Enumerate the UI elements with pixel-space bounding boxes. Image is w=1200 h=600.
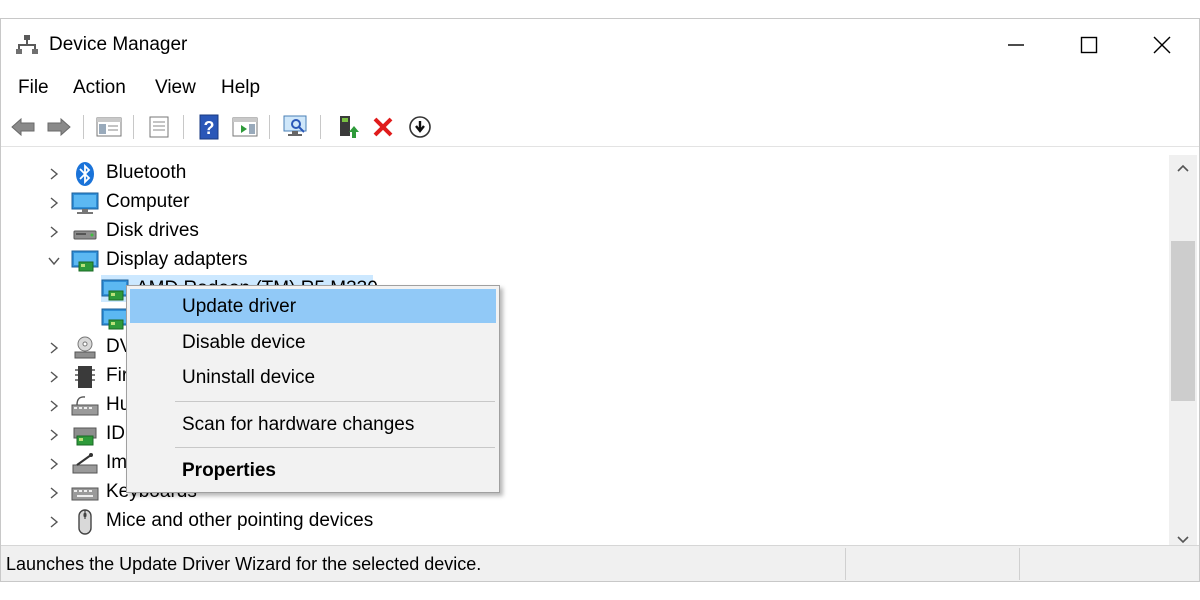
tree-item-mice[interactable]: Mice and other pointing devices	[5, 507, 1165, 536]
toolbar-separator	[183, 115, 184, 139]
ide-controller-icon	[73, 427, 97, 446]
close-button[interactable]	[1126, 19, 1198, 71]
back-arrow-icon	[11, 117, 35, 137]
menu-item-label: Uninstall device	[182, 367, 316, 388]
menu-item-scan-hardware[interactable]: Scan for hardware changes	[130, 407, 496, 441]
hid-icon	[71, 396, 99, 416]
tree-item-computer[interactable]: Computer	[5, 188, 1165, 217]
menu-item-label: Disable device	[182, 332, 306, 353]
context-menu: Update driver Disable device Uninstall d…	[126, 285, 500, 493]
chevron-up-icon	[1177, 164, 1189, 172]
toolbar-separator	[133, 115, 134, 139]
chevron-right-icon[interactable]	[47, 167, 61, 181]
properties-icon	[149, 116, 169, 138]
menu-item-properties[interactable]: Properties	[130, 453, 496, 487]
svg-text:?: ?	[204, 118, 215, 138]
toolbar-separator	[269, 115, 270, 139]
chevron-down-icon[interactable]	[47, 254, 61, 268]
window-title: Device Manager	[49, 34, 188, 55]
firmware-icon	[75, 366, 95, 388]
menu-bar: File Action View Help	[1, 71, 1199, 105]
menu-item-update-driver[interactable]: Update driver	[130, 289, 496, 323]
menu-separator	[175, 447, 495, 448]
toolbar-separator	[83, 115, 84, 139]
show-hide-console-tree-icon	[96, 117, 122, 137]
back-button[interactable]	[8, 113, 38, 141]
status-divider	[1019, 548, 1020, 580]
mouse-icon	[78, 509, 92, 535]
update-driver-icon	[340, 116, 359, 138]
help-button[interactable]: ?	[194, 113, 224, 141]
uninstall-icon	[373, 117, 393, 137]
menu-action[interactable]: Action	[73, 77, 126, 99]
minimize-icon	[1008, 44, 1024, 46]
maximize-icon	[1080, 36, 1098, 54]
chevron-down-icon	[1177, 536, 1189, 544]
menu-item-label: Update driver	[182, 296, 297, 317]
chevron-right-icon[interactable]	[47, 370, 61, 384]
vertical-scrollbar[interactable]	[1169, 155, 1197, 553]
disk-drive-icon	[73, 230, 97, 240]
scan-hardware-button[interactable]	[281, 113, 311, 141]
tree-item-display-adapters[interactable]: Display adapters	[5, 246, 1165, 275]
display-adapter-icon	[71, 250, 99, 272]
tree-item-label: Fir	[106, 365, 129, 386]
computer-icon	[71, 192, 99, 214]
scroll-thumb[interactable]	[1171, 241, 1195, 401]
disable-device-icon	[409, 116, 431, 138]
imaging-device-icon	[72, 453, 98, 474]
menu-item-label: Scan for hardware changes	[182, 414, 415, 435]
chevron-right-icon[interactable]	[47, 486, 61, 500]
menu-separator	[175, 401, 495, 402]
menu-file[interactable]: File	[18, 77, 49, 99]
maximize-button[interactable]	[1053, 19, 1125, 71]
display-adapter-icon	[101, 308, 129, 330]
chevron-right-icon[interactable]	[47, 196, 61, 210]
chevron-right-icon[interactable]	[47, 225, 61, 239]
status-text: Launches the Update Driver Wizard for th…	[6, 554, 482, 574]
tree-item-label: Im	[106, 452, 128, 473]
toolbar: ?	[1, 107, 1199, 147]
title-bar[interactable]: Device Manager	[1, 19, 1199, 71]
chevron-right-icon[interactable]	[47, 428, 61, 442]
dvd-drive-icon	[74, 336, 96, 359]
help-icon: ?	[199, 114, 219, 140]
keyboard-icon	[71, 487, 99, 501]
chevron-right-icon[interactable]	[47, 515, 61, 529]
bluetooth-icon	[76, 162, 94, 186]
menu-item-disable-device[interactable]: Disable device	[130, 325, 496, 359]
uninstall-device-button[interactable]	[368, 113, 398, 141]
scan-hardware-icon	[283, 115, 307, 136]
chevron-right-icon[interactable]	[47, 399, 61, 413]
tree-item-label: Display adapters	[106, 249, 248, 270]
minimize-button[interactable]	[980, 19, 1052, 71]
tree-item-bluetooth[interactable]: Bluetooth	[5, 159, 1165, 188]
tree-item-label: Computer	[106, 191, 190, 212]
action-pane-icon	[232, 117, 258, 137]
tree-item-label: Mice and other pointing devices	[106, 510, 374, 531]
properties-button[interactable]	[144, 113, 174, 141]
console-tree-button[interactable]	[94, 113, 124, 141]
tree-item-label: Bluetooth	[106, 162, 187, 183]
menu-help[interactable]: Help	[221, 77, 260, 99]
tree-item-disk-drives[interactable]: Disk drives	[5, 217, 1165, 246]
chevron-right-icon[interactable]	[47, 457, 61, 471]
menu-item-label: Properties	[182, 460, 276, 481]
forward-arrow-icon	[47, 117, 71, 137]
chevron-right-icon[interactable]	[47, 341, 61, 355]
status-bar: Launches the Update Driver Wizard for th…	[1, 545, 1199, 581]
toolbar-separator	[320, 115, 321, 139]
menu-item-uninstall-device[interactable]: Uninstall device	[130, 360, 496, 394]
status-divider	[845, 548, 846, 580]
device-manager-icon	[16, 35, 38, 54]
tree-item-label: Disk drives	[106, 220, 199, 241]
close-icon	[1153, 36, 1171, 54]
action-pane-button[interactable]	[230, 113, 260, 141]
display-adapter-icon	[101, 279, 129, 301]
update-driver-button[interactable]	[332, 113, 362, 141]
menu-view[interactable]: View	[155, 77, 196, 99]
forward-button[interactable]	[44, 113, 74, 141]
disable-device-button[interactable]	[405, 113, 435, 141]
scroll-up-button[interactable]	[1169, 155, 1197, 181]
